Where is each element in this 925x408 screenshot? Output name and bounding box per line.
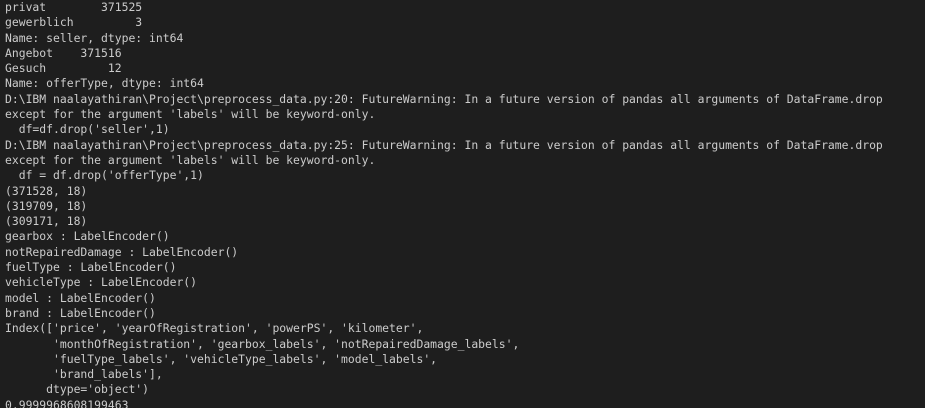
output-line: dtype='object') bbox=[5, 382, 150, 397]
warning-line: except for the argument 'labels' will be… bbox=[5, 152, 376, 167]
output-line: notRepairedDamage : LabelEncoder() bbox=[5, 244, 239, 259]
output-line: Gesuch 12 bbox=[5, 61, 122, 76]
warning-line: except for the argument 'labels' will be… bbox=[5, 107, 376, 122]
output-line: model : LabelEncoder() bbox=[5, 290, 156, 305]
output-line: gewerblich 3 bbox=[5, 15, 143, 30]
warning-code-line: df=df.drop('seller',1) bbox=[5, 122, 170, 137]
warning-code-line: df = df.drop('offerType',1) bbox=[5, 168, 204, 183]
warning-line: D:\IBM naalayathiran\Project\preprocess_… bbox=[5, 91, 883, 106]
output-line: Name: offerType, dtype: int64 bbox=[5, 76, 204, 91]
output-line: 0.9999968608199463 bbox=[5, 397, 129, 408]
output-line: (371528, 18) bbox=[5, 183, 88, 198]
output-line: gearbox : LabelEncoder() bbox=[5, 229, 170, 244]
output-line: Index(['price', 'yearOfRegistration', 'p… bbox=[5, 321, 424, 336]
output-line: brand : LabelEncoder() bbox=[5, 305, 156, 320]
output-line: privat 371525 bbox=[5, 0, 143, 14]
output-line: Name: seller, dtype: int64 bbox=[5, 30, 184, 45]
output-line: 'fuelType_labels', 'vehicleType_labels',… bbox=[5, 351, 438, 366]
terminal-panel[interactable]: privat 371525 gewerblich 3 Name: seller,… bbox=[0, 0, 925, 408]
terminal-output: privat 371525 gewerblich 3 Name: seller,… bbox=[0, 0, 925, 408]
output-line: (319709, 18) bbox=[5, 198, 88, 213]
output-line: 'brand_labels'], bbox=[5, 367, 163, 382]
output-line: Angebot 371516 bbox=[5, 45, 122, 60]
output-line: 'monthOfRegistration', 'gearbox_labels',… bbox=[5, 336, 520, 351]
output-line: (309171, 18) bbox=[5, 214, 88, 229]
warning-line: D:\IBM naalayathiran\Project\preprocess_… bbox=[5, 137, 883, 152]
output-line: vehicleType : LabelEncoder() bbox=[5, 275, 198, 290]
output-line: fuelType : LabelEncoder() bbox=[5, 260, 177, 275]
